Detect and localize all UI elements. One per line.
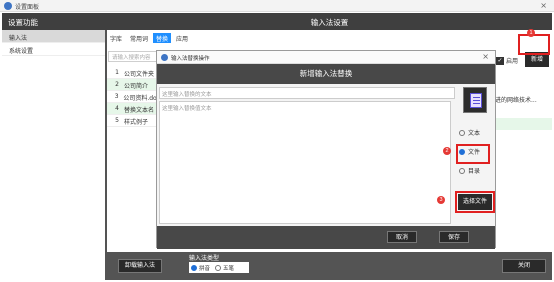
row-highlight	[489, 118, 552, 130]
close-button[interactable]: 关闭	[502, 259, 546, 273]
tab-common-words[interactable]: 常用词	[127, 33, 151, 43]
main-title: 输入法设置	[107, 13, 552, 30]
footer-bar: 卸载输入法 输入法类型 拼音 五笔 关闭	[107, 252, 552, 280]
list-item[interactable]: 2 公司简介	[107, 79, 163, 91]
replace-value-textarea[interactable]: 这里输入替换值文本	[159, 101, 451, 224]
replace-list: 1 公司文件夹 2 公司简介 3 公司资料.doc 4 替换文本名 5 样式例子	[107, 67, 163, 127]
type-label: 输入法类型	[189, 255, 220, 262]
enable-toggle[interactable]: ✓ 启用	[496, 56, 518, 65]
option-pinyin-label: 拼音	[199, 265, 211, 272]
dialog-window-title: 输入法替换操作	[171, 56, 210, 62]
window-titlebar: 设置面板 ×	[0, 0, 554, 12]
dialog-footer: 取消 保存	[157, 226, 495, 249]
tab-apply[interactable]: 应用	[173, 33, 191, 43]
dialog-close-button[interactable]: ×	[482, 52, 489, 61]
row-value-text: 先进的网络技术...	[489, 97, 537, 104]
document-icon	[463, 87, 487, 113]
option-text[interactable]: 文本	[459, 126, 480, 139]
option-text-label: 文本	[468, 130, 481, 137]
list-item[interactable]: 5 样式例子	[107, 115, 163, 127]
sidebar: 输入法 系统设置	[2, 30, 105, 280]
dialog-icon	[161, 54, 168, 61]
sidebar-item-input-method[interactable]: 输入法	[2, 30, 105, 43]
list-item[interactable]: 1 公司文件夹	[107, 67, 163, 79]
radio-directory[interactable]	[459, 167, 465, 174]
sidebar-item-system-settings[interactable]: 系统设置	[2, 43, 105, 56]
step-marker-1: 1	[527, 29, 535, 37]
tab-bar: 字库 常用词 替换 应用	[107, 33, 193, 43]
cancel-button[interactable]: 取消	[387, 231, 417, 243]
radio-wubi[interactable]	[215, 264, 222, 271]
tab-replace[interactable]: 替换	[153, 33, 172, 43]
enable-label: 启用	[506, 58, 519, 65]
checkbox-icon[interactable]: ✓	[496, 56, 504, 65]
sidebar-title: 设置功能	[2, 13, 107, 30]
dialog-titlebar: 输入法替换操作 ×	[157, 51, 495, 64]
option-wubi-label: 五笔	[223, 265, 235, 272]
tab-dictionary[interactable]: 字库	[107, 33, 125, 43]
type-options: 拼音 五笔	[189, 262, 249, 273]
uninstall-button[interactable]: 卸载输入法	[118, 259, 162, 273]
dialog-heading: 新增输入法替换	[157, 64, 495, 84]
select-file-highlight	[455, 191, 495, 213]
app-icon	[4, 2, 12, 10]
option-directory-label: 目录	[468, 168, 481, 175]
replace-text-input[interactable]: 这里输入替换的文本	[159, 87, 455, 99]
save-button[interactable]: 保存	[439, 231, 469, 243]
window-title: 设置面板	[15, 4, 40, 11]
window-close-button[interactable]: ×	[540, 1, 547, 10]
list-item[interactable]: 3 公司资料.doc	[107, 91, 163, 103]
list-item[interactable]: 4 替换文本名	[107, 103, 163, 115]
option-directory[interactable]: 目录	[459, 164, 480, 177]
radio-pinyin[interactable]	[191, 264, 197, 271]
radio-text[interactable]	[459, 129, 465, 136]
step-marker-3: 3	[437, 196, 445, 204]
add-button-highlight	[518, 34, 550, 55]
step-marker-2: 2	[443, 147, 451, 155]
file-option-highlight	[456, 144, 490, 164]
